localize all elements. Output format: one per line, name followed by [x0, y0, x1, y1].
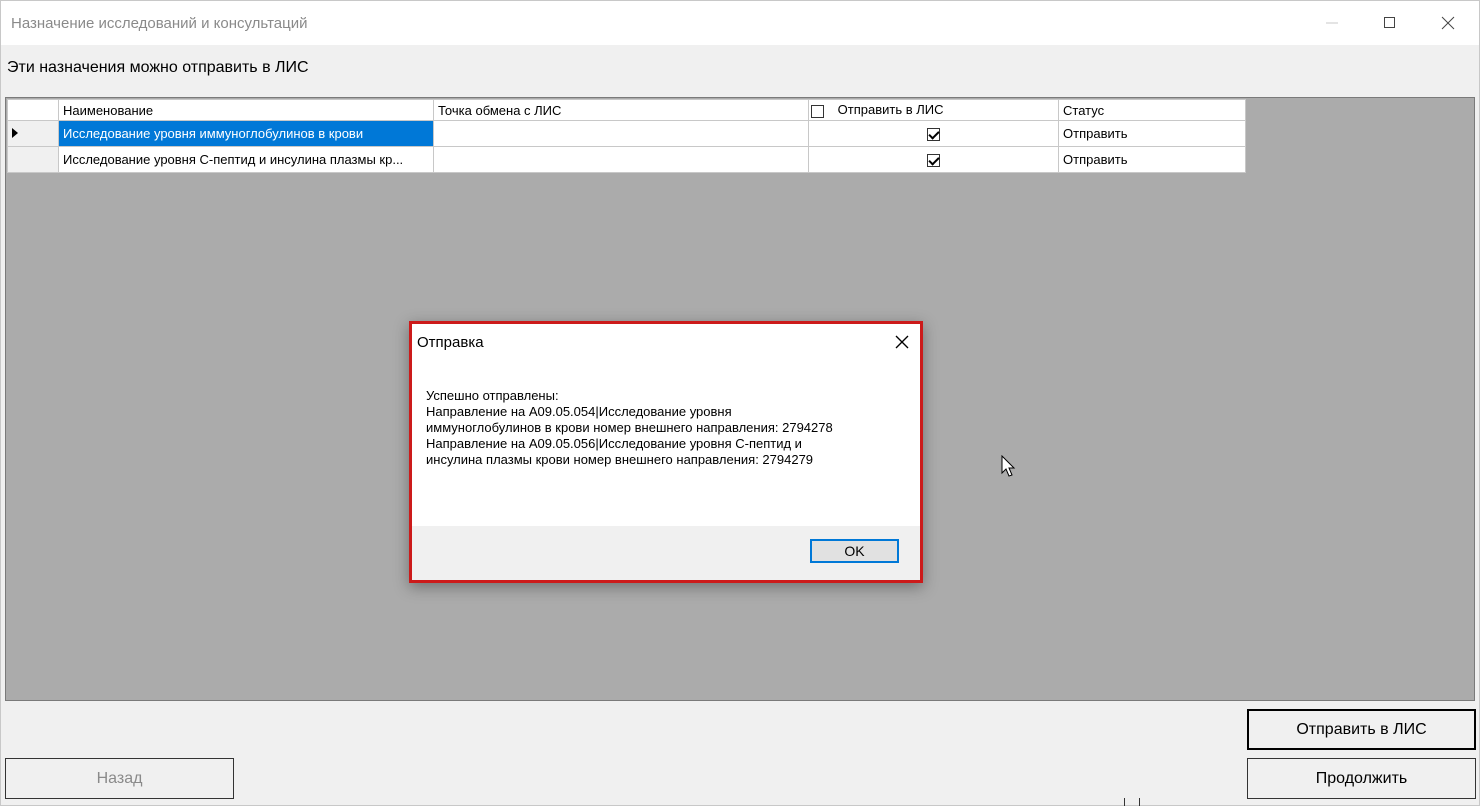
assignments-table: Наименование Точка обмена с ЛИС Отправит…: [7, 99, 1246, 173]
table-header-row: Наименование Точка обмена с ЛИС Отправит…: [7, 99, 1246, 121]
dialog-title: Отправка: [417, 334, 484, 351]
send-to-lis-checkbox[interactable]: [927, 128, 940, 142]
cell-status[interactable]: Отправить: [1058, 146, 1246, 173]
main-window: Назначение исследований и консультаций Э…: [0, 0, 1480, 806]
close-icon: [1441, 16, 1455, 30]
background-window-edge: [1124, 798, 1140, 806]
continue-button[interactable]: Продолжить: [1247, 758, 1476, 799]
page-subtitle: Эти назначения можно отправить в ЛИС: [7, 59, 309, 76]
minimize-button[interactable]: [1304, 1, 1362, 45]
back-button[interactable]: Назад: [5, 758, 234, 799]
row-indicator-cell[interactable]: [7, 120, 59, 147]
cell-exchange-point[interactable]: [433, 120, 809, 147]
column-header-name[interactable]: Наименование: [58, 99, 434, 121]
mouse-pointer-icon: [1001, 455, 1016, 477]
table-row[interactable]: Исследование уровня иммуноглобулинов в к…: [7, 120, 1246, 147]
column-header-send-to-lis[interactable]: Отправить в ЛИС: [808, 99, 1059, 121]
cell-name[interactable]: Исследование уровня С-пептид и инсулина …: [58, 146, 434, 173]
dialog-message-line: инсулина плазмы крови номер внешнего нап…: [426, 452, 814, 467]
column-header-exchange-point[interactable]: Точка обмена с ЛИС: [433, 99, 809, 121]
dialog-message: Успешно отправлены: Направление на A09.0…: [426, 388, 833, 468]
table-row[interactable]: Исследование уровня С-пептид и инсулина …: [7, 146, 1246, 173]
cell-send-to-lis[interactable]: [808, 120, 1059, 147]
ok-button[interactable]: OK: [810, 539, 899, 563]
maximize-icon: [1384, 17, 1395, 28]
title-bar: Назначение исследований и консультаций: [1, 1, 1479, 45]
send-to-lis-checkbox[interactable]: [927, 154, 940, 168]
send-to-lis-button[interactable]: Отправить в ЛИС: [1247, 709, 1476, 750]
cell-status[interactable]: Отправить: [1058, 120, 1246, 147]
dialog-message-line: Направление на A09.05.054|Исследование у…: [426, 404, 732, 419]
maximize-button[interactable]: [1362, 1, 1420, 45]
close-window-button[interactable]: [1420, 1, 1478, 45]
dialog-message-line: Направление на A09.05.056|Исследование у…: [426, 436, 802, 451]
window-title: Назначение исследований и консультаций: [11, 15, 308, 32]
dialog-footer: OK: [412, 526, 920, 580]
dialog-close-icon[interactable]: [894, 334, 910, 350]
cell-name[interactable]: Исследование уровня иммуноглобулинов в к…: [58, 120, 434, 147]
dialog-message-line: Успешно отправлены:: [426, 388, 559, 403]
row-indicator-cell[interactable]: [7, 146, 59, 173]
row-pointer-icon: [12, 128, 18, 138]
select-all-checkbox[interactable]: [811, 104, 824, 118]
column-header-send-to-lis-label: Отправить в ЛИС: [837, 102, 944, 118]
dialog-message-line: иммуноглобулинов в крови номер внешнего …: [426, 420, 833, 435]
column-header-status[interactable]: Статус: [1058, 99, 1246, 121]
cell-send-to-lis[interactable]: [808, 146, 1059, 173]
cell-exchange-point[interactable]: [433, 146, 809, 173]
minimize-icon: [1326, 22, 1338, 24]
send-result-dialog: Отправка Успешно отправлены: Направление…: [409, 321, 923, 583]
row-header-corner: [7, 99, 59, 121]
